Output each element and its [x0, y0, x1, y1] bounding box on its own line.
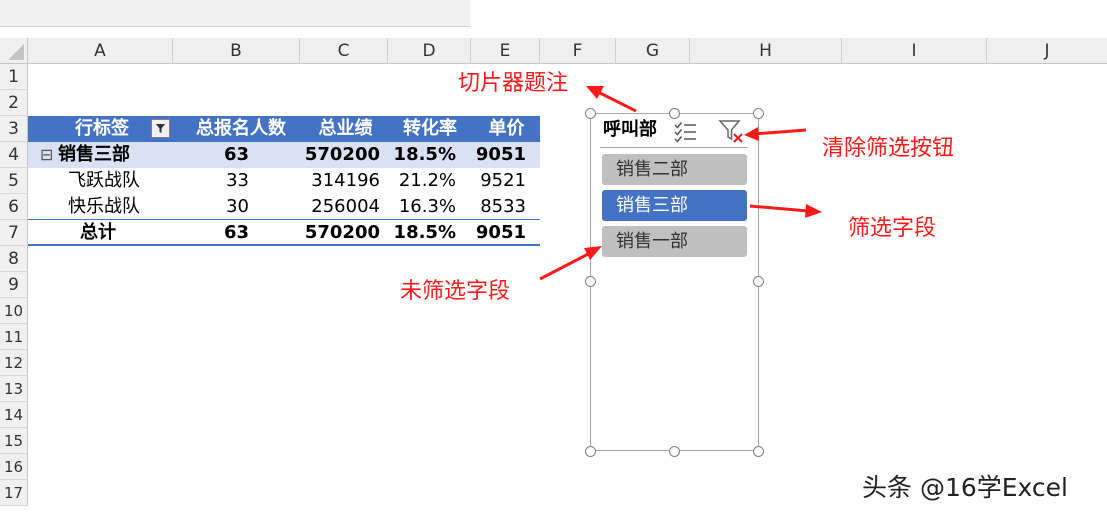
annotation-arrows [539, 86, 822, 281]
watermark-text: 头条 @16学Excel [862, 473, 1068, 502]
